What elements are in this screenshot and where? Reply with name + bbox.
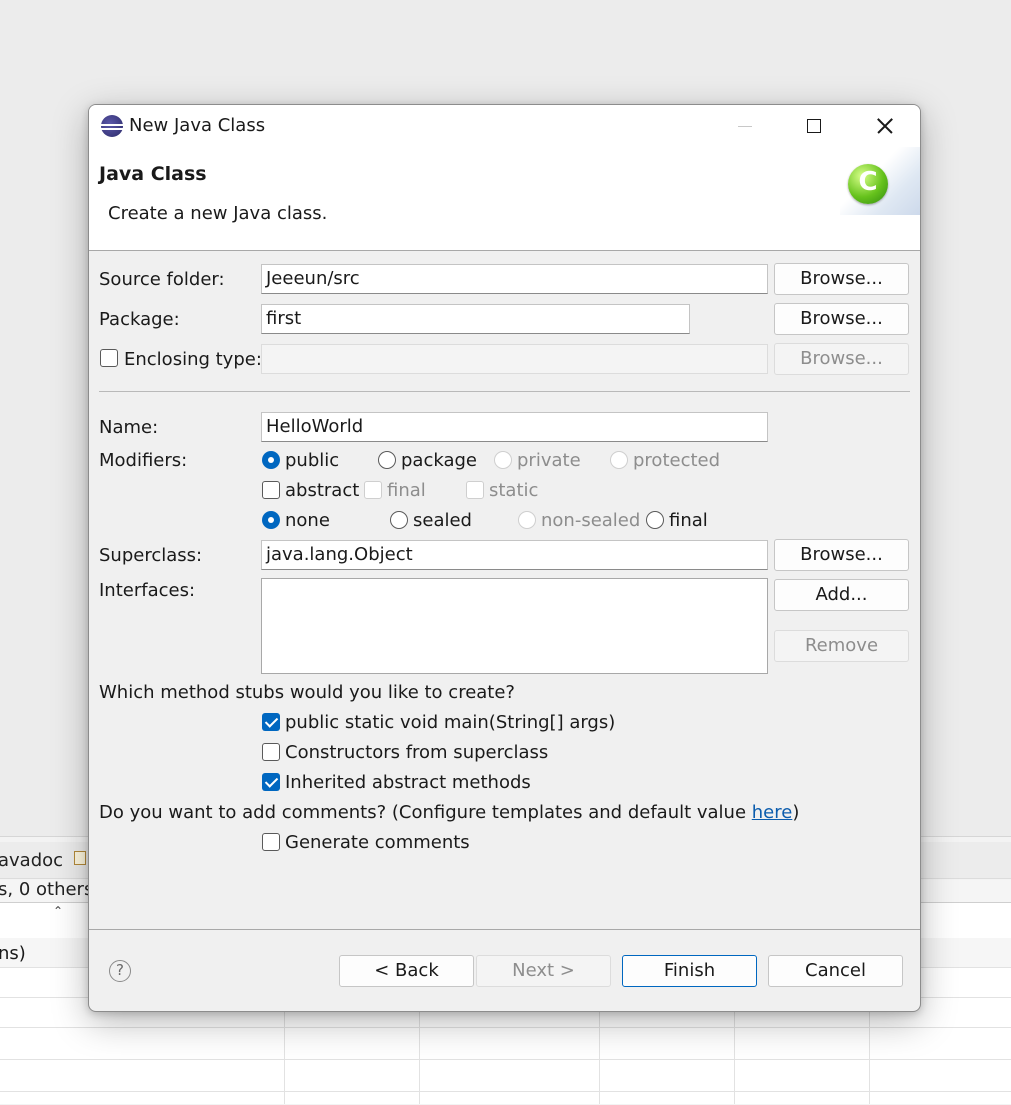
table-row-label: ns) [0,943,26,964]
method-stubs-question: Which method stubs would you like to cre… [99,682,515,703]
table-column-divider [734,1000,735,1104]
package-label: Package: [99,309,180,330]
sealing-non-sealed-radio [518,511,536,529]
form-separator [99,391,910,392]
sealing-sealed-radio[interactable] [390,511,408,529]
javadoc-tab[interactable]: avadoc [0,850,63,871]
comments-question-text: Do you want to add comments? (Configure … [99,802,752,823]
eclipse-logo-icon [101,115,123,137]
enclosing-type-label: Enclosing type: [124,349,262,370]
java-class-icon-letter: C [858,167,878,197]
dialog-titlebar[interactable]: New Java Class [89,105,920,147]
wizard-page-title: Java Class [99,163,207,185]
stub-inherited-checkbox[interactable] [262,773,280,791]
finish-button[interactable]: Finish [622,955,757,987]
stub-main-label: public static void main(String[] args) [285,712,616,733]
modifier-private-radio [494,451,512,469]
enclosing-type-input [261,344,768,374]
table-column-divider [419,1000,420,1104]
sealing-none-radio[interactable] [262,511,280,529]
modifier-abstract-label: abstract [285,480,360,501]
modifier-static-label: static [489,480,539,501]
modifier-static-checkbox [466,481,484,499]
table-row[interactable] [0,1062,1011,1092]
modifier-final-label: final [387,480,426,501]
enclosing-type-checkbox[interactable] [100,349,118,367]
interfaces-label: Interfaces: [99,580,196,601]
source-folder-label: Source folder: [99,269,225,290]
minimize-icon [710,105,780,147]
declaration-tab-icon[interactable] [74,851,86,865]
new-java-class-dialog: New Java Class Java Class Create a new J… [88,104,921,1012]
comments-question-suffix: ) [792,802,800,823]
source-folder-browse-button[interactable]: Browse... [774,263,909,295]
modifier-private-label: private [517,450,581,471]
remove-interface-button: Remove [774,630,909,662]
add-interface-button[interactable]: Add... [774,579,909,611]
sort-ascending-icon[interactable]: ⌃ [53,904,63,918]
sealing-final-label: final [669,510,708,531]
package-input[interactable]: first [261,304,690,334]
next-button: Next > [476,955,611,987]
dialog-title: New Java Class [129,115,266,136]
wizard-header: Java Class Create a new Java class. C [89,147,920,251]
java-class-icon: C [848,164,888,204]
sealing-final-radio[interactable] [646,511,664,529]
modifiers-label: Modifiers: [99,450,188,471]
superclass-input[interactable]: java.lang.Object [261,540,768,570]
table-row[interactable] [0,1030,1011,1060]
modifier-abstract-checkbox[interactable] [262,481,280,499]
stub-constructors-checkbox[interactable] [262,743,280,761]
modifier-package-label: package [401,450,477,471]
name-label: Name: [99,417,159,438]
back-button[interactable]: < Back [339,955,474,987]
modifier-package-radio[interactable] [378,451,396,469]
stub-main-checkbox[interactable] [262,713,280,731]
source-folder-input[interactable]: Jeeeun/src [261,264,768,294]
modifier-final-checkbox [364,481,382,499]
configure-templates-link[interactable]: here [752,802,793,823]
maximize-icon[interactable] [779,105,849,147]
superclass-label: Superclass: [99,545,203,566]
table-column-divider [284,1000,285,1104]
generate-comments-checkbox[interactable] [262,833,280,851]
sealing-none-label: none [285,510,330,531]
sealing-non-sealed-label: non-sealed [541,510,641,531]
close-icon[interactable] [849,105,919,147]
package-browse-button[interactable]: Browse... [774,303,909,335]
sealing-sealed-label: sealed [413,510,472,531]
class-name-input[interactable]: HelloWorld [261,412,768,442]
stub-inherited-label: Inherited abstract methods [285,772,531,793]
problems-summary-text: s, 0 others [0,879,94,900]
modifier-protected-label: protected [633,450,721,471]
enclosing-type-browse-button: Browse... [774,343,909,375]
superclass-browse-button[interactable]: Browse... [774,539,909,571]
stub-constructors-label: Constructors from superclass [285,742,549,763]
comments-question: Do you want to add comments? (Configure … [99,802,799,823]
table-column-divider [869,1000,870,1104]
modifier-public-radio[interactable] [262,451,280,469]
cancel-button[interactable]: Cancel [768,955,903,987]
modifier-protected-radio [610,451,628,469]
interfaces-list[interactable] [261,578,768,674]
help-icon[interactable]: ? [109,960,131,982]
modifier-public-label: public [285,450,340,471]
table-column-divider [599,1000,600,1104]
footer-separator [89,929,920,930]
wizard-page-description: Create a new Java class. [108,203,328,224]
generate-comments-label: Generate comments [285,832,470,853]
